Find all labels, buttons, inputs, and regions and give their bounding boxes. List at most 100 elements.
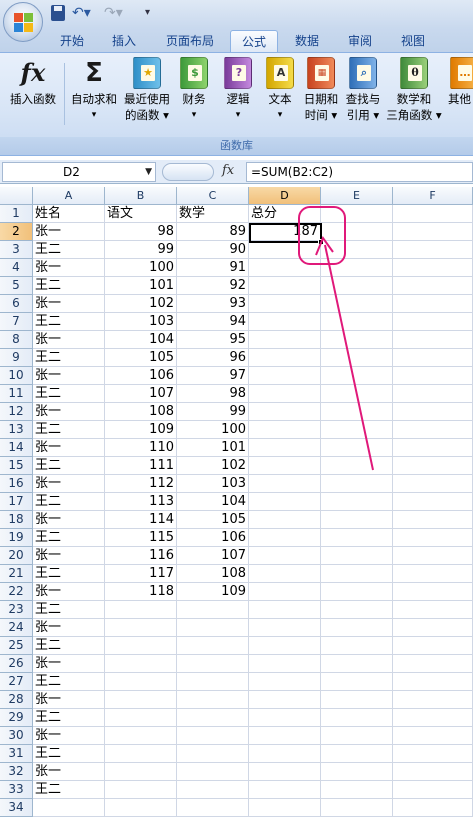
- row-header[interactable]: 22: [0, 583, 33, 601]
- cell-e12[interactable]: [321, 403, 393, 421]
- tab-review[interactable]: 审阅: [340, 30, 380, 52]
- undo-icon[interactable]: ↶▾: [72, 5, 94, 21]
- cell-f1[interactable]: [393, 205, 473, 223]
- tab-data[interactable]: 数据: [287, 30, 327, 52]
- cell-f14[interactable]: [393, 439, 473, 457]
- cell-e6[interactable]: [321, 295, 393, 313]
- lookup-reference-button[interactable]: ⌕ 查找与 引用 ▾: [342, 57, 384, 123]
- cell-f20[interactable]: [393, 547, 473, 565]
- cell-c1[interactable]: 数学: [177, 205, 249, 223]
- column-header-d[interactable]: D: [249, 187, 321, 205]
- cell-c16[interactable]: 103: [177, 475, 249, 493]
- cell-c32[interactable]: [177, 763, 249, 781]
- row-header[interactable]: 26: [0, 655, 33, 673]
- row-header[interactable]: 16: [0, 475, 33, 493]
- tab-page-layout[interactable]: 页面布局: [160, 30, 220, 52]
- fill-handle[interactable]: [318, 239, 324, 245]
- cell-c10[interactable]: 97: [177, 367, 249, 385]
- cell-b33[interactable]: [105, 781, 177, 799]
- cell-d28[interactable]: [249, 691, 321, 709]
- cell-a33[interactable]: 王二: [33, 781, 105, 799]
- cell-d31[interactable]: [249, 745, 321, 763]
- date-time-button[interactable]: ▦ 日期和 时间 ▾: [300, 57, 342, 123]
- cell-d34[interactable]: [249, 799, 321, 817]
- row-header[interactable]: 4: [0, 259, 33, 277]
- cell-e22[interactable]: [321, 583, 393, 601]
- row-header[interactable]: 1: [0, 205, 33, 223]
- row-header[interactable]: 10: [0, 367, 33, 385]
- column-header-e[interactable]: E: [321, 187, 393, 205]
- cell-f29[interactable]: [393, 709, 473, 727]
- cell-b1[interactable]: 语文: [105, 205, 177, 223]
- cell-d14[interactable]: [249, 439, 321, 457]
- cell-c14[interactable]: 101: [177, 439, 249, 457]
- cell-f31[interactable]: [393, 745, 473, 763]
- cell-b17[interactable]: 113: [105, 493, 177, 511]
- cell-e17[interactable]: [321, 493, 393, 511]
- cell-c29[interactable]: [177, 709, 249, 727]
- cell-d17[interactable]: [249, 493, 321, 511]
- cell-f12[interactable]: [393, 403, 473, 421]
- cell-f19[interactable]: [393, 529, 473, 547]
- cell-d7[interactable]: [249, 313, 321, 331]
- cell-a28[interactable]: 张一: [33, 691, 105, 709]
- cell-d27[interactable]: [249, 673, 321, 691]
- cell-c6[interactable]: 93: [177, 295, 249, 313]
- column-header-c[interactable]: C: [177, 187, 249, 205]
- cell-b10[interactable]: 106: [105, 367, 177, 385]
- row-header[interactable]: 13: [0, 421, 33, 439]
- cell-f30[interactable]: [393, 727, 473, 745]
- row-header[interactable]: 19: [0, 529, 33, 547]
- cell-b27[interactable]: [105, 673, 177, 691]
- cell-d6[interactable]: [249, 295, 321, 313]
- cell-b29[interactable]: [105, 709, 177, 727]
- cell-d12[interactable]: [249, 403, 321, 421]
- cell-d4[interactable]: [249, 259, 321, 277]
- row-header[interactable]: 21: [0, 565, 33, 583]
- cell-a3[interactable]: 王二: [33, 241, 105, 259]
- cell-c18[interactable]: 105: [177, 511, 249, 529]
- row-header[interactable]: 18: [0, 511, 33, 529]
- cell-d8[interactable]: [249, 331, 321, 349]
- more-functions-button[interactable]: … 其他: [444, 57, 473, 107]
- cell-c28[interactable]: [177, 691, 249, 709]
- cell-c2[interactable]: 89: [177, 223, 249, 241]
- cell-c33[interactable]: [177, 781, 249, 799]
- row-header[interactable]: 20: [0, 547, 33, 565]
- cell-e24[interactable]: [321, 619, 393, 637]
- cell-f34[interactable]: [393, 799, 473, 817]
- row-header[interactable]: 25: [0, 637, 33, 655]
- cell-b6[interactable]: 102: [105, 295, 177, 313]
- cell-c19[interactable]: 106: [177, 529, 249, 547]
- cell-a17[interactable]: 王二: [33, 493, 105, 511]
- cell-d23[interactable]: [249, 601, 321, 619]
- cell-b30[interactable]: [105, 727, 177, 745]
- recently-used-button[interactable]: ★ 最近使用 的函数 ▾: [120, 57, 174, 123]
- cell-b2[interactable]: 98: [105, 223, 177, 241]
- cell-d24[interactable]: [249, 619, 321, 637]
- column-header-b[interactable]: B: [105, 187, 177, 205]
- row-header[interactable]: 31: [0, 745, 33, 763]
- row-header[interactable]: 3: [0, 241, 33, 259]
- row-header[interactable]: 17: [0, 493, 33, 511]
- cell-f26[interactable]: [393, 655, 473, 673]
- cell-a12[interactable]: 张一: [33, 403, 105, 421]
- column-header-f[interactable]: F: [393, 187, 473, 205]
- cell-c34[interactable]: [177, 799, 249, 817]
- cell-b28[interactable]: [105, 691, 177, 709]
- cell-e31[interactable]: [321, 745, 393, 763]
- cell-b23[interactable]: [105, 601, 177, 619]
- cell-f9[interactable]: [393, 349, 473, 367]
- cell-c21[interactable]: 108: [177, 565, 249, 583]
- row-header[interactable]: 33: [0, 781, 33, 799]
- cell-e27[interactable]: [321, 673, 393, 691]
- cell-d29[interactable]: [249, 709, 321, 727]
- cell-b5[interactable]: 101: [105, 277, 177, 295]
- cell-a20[interactable]: 张一: [33, 547, 105, 565]
- cell-f23[interactable]: [393, 601, 473, 619]
- tab-view[interactable]: 视图: [393, 30, 433, 52]
- cell-d1[interactable]: 总分: [249, 205, 321, 223]
- cell-a24[interactable]: 张一: [33, 619, 105, 637]
- cell-b12[interactable]: 108: [105, 403, 177, 421]
- cell-a5[interactable]: 王二: [33, 277, 105, 295]
